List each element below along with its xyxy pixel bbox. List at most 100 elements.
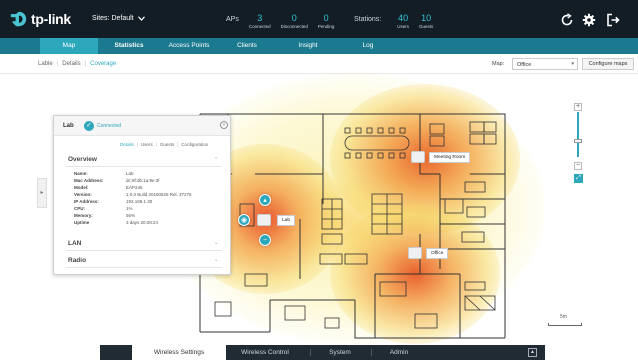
refresh-icon[interactable] — [560, 13, 574, 27]
map-select-value: Office — [517, 62, 532, 68]
field-value: 1.0.0 Build 20160525 Rel. 37276 — [126, 192, 192, 197]
zoom-in-button[interactable]: + — [574, 103, 582, 111]
guests-count: 10 — [421, 13, 432, 23]
zoom-slider-track[interactable] — [577, 112, 579, 157]
ap-label-lab[interactable]: Lab — [277, 215, 296, 226]
lan-section-title[interactable]: LAN — [68, 240, 81, 247]
field-value: Lab — [126, 171, 134, 176]
aps-disconnected-count: 0 — [291, 13, 297, 23]
nav-statistics[interactable]: Statistics — [104, 38, 154, 54]
field-version: Version: 1.0.0 Build 20160525 Rel. 37276 — [74, 191, 192, 198]
aps-summary: APs 3 Connected 0 Disconnected 0 Pending — [226, 13, 334, 29]
main-nav: Map Statistics Access Points Clients Ins… — [0, 38, 638, 54]
tab-admin[interactable]: Admin — [378, 345, 420, 360]
tab-separator: | — [155, 142, 157, 147]
caret-down-icon: ▾ — [571, 61, 574, 67]
nav-access-points[interactable]: Access Points — [162, 38, 216, 54]
chevron-down-icon[interactable]: ⌄ — [214, 257, 218, 263]
chevron-up-icon[interactable]: ▲ — [528, 348, 537, 357]
logout-icon[interactable] — [606, 13, 620, 27]
expand-panel-toggle[interactable]: ▸ — [37, 178, 47, 208]
tab-configuration[interactable]: Configuration — [181, 142, 208, 147]
panel-header: Lab ✓ Connected × — [54, 116, 230, 136]
tab-wireless-settings[interactable]: Wireless Settings — [132, 345, 226, 360]
aps-connected[interactable]: 3 Connected — [249, 13, 271, 29]
users-count: 40 — [398, 13, 409, 23]
tab-lable[interactable]: Lable — [38, 61, 53, 67]
aps-disconnected[interactable]: 0 Disconnected — [281, 13, 308, 29]
aps-pending[interactable]: 0 Pending — [318, 13, 335, 29]
tab-system[interactable]: System — [316, 345, 364, 360]
zoom-slider-handle[interactable] — [574, 139, 582, 143]
tab-coverage[interactable]: Coverage — [90, 61, 116, 67]
ap-marker-lab[interactable] — [257, 214, 271, 226]
device-status: Connected — [97, 123, 122, 129]
ap-label-office[interactable]: Office — [426, 248, 449, 259]
stations-guests[interactable]: 10 Guests — [419, 13, 433, 29]
nav-insight[interactable]: Insight — [287, 38, 329, 54]
chevron-up-icon[interactable]: ⌃ — [214, 157, 218, 163]
field-value: dc:9f:db:1a:9e:3f — [126, 178, 160, 183]
field-value: EAP245 — [126, 185, 143, 190]
divider — [66, 250, 222, 251]
ap-label-meeting-room[interactable]: Meeting Room — [429, 152, 471, 163]
scale-bar — [548, 323, 582, 326]
nav-clients[interactable]: Clients — [226, 38, 268, 54]
tab-separator: | — [177, 142, 179, 147]
radio-section-title[interactable]: Radio — [68, 257, 86, 264]
tab-details[interactable]: Details — [62, 61, 80, 67]
settings-icon[interactable] — [582, 13, 596, 27]
brand-name: tp-link — [31, 11, 71, 27]
panel-tabs: Details | Users | Guests | Configuration — [120, 142, 208, 147]
tab-wireless-control[interactable]: Wireless Control — [230, 345, 300, 360]
fit-view-icon[interactable]: ⤢ — [574, 174, 583, 183]
site-selector[interactable]: Sites: Default — [92, 15, 145, 22]
tab-separator: | — [84, 61, 87, 67]
tab-guests[interactable]: Guests — [160, 142, 174, 147]
remove-icon[interactable]: − — [259, 234, 271, 246]
field-label: Uptime — [74, 220, 90, 225]
ap-marker-office[interactable] — [408, 247, 422, 259]
field-uptime: Uptime 3 days 20:28:24 — [74, 219, 158, 226]
field-memory: Memory: 56% — [74, 212, 135, 219]
field-model: Model: EAP245 — [74, 184, 143, 191]
chart-icon[interactable]: ▴ — [259, 194, 271, 206]
close-icon[interactable]: × — [220, 121, 228, 129]
field-label: Version: — [74, 192, 92, 197]
field-label: Mac Address: — [74, 178, 104, 183]
tab-separator — [371, 349, 372, 356]
tab-separator — [310, 349, 311, 356]
tab-separator: | — [136, 142, 138, 147]
tab-separator: | — [56, 61, 59, 67]
zoom-out-button[interactable]: − — [574, 162, 582, 170]
stations-users[interactable]: 40 Users — [397, 13, 409, 29]
map-select[interactable]: Office ▾ — [512, 58, 578, 70]
nav-map[interactable]: Map — [40, 38, 98, 54]
chevron-down-icon — [137, 16, 145, 21]
chevron-down-icon[interactable]: ⌄ — [214, 240, 218, 246]
tab-users[interactable]: Users — [141, 142, 153, 147]
aps-pending-count: 0 — [323, 13, 329, 23]
scale-label: 5m — [560, 314, 567, 320]
nav-log[interactable]: Log — [348, 38, 388, 54]
tp-link-logo: tp-link — [10, 10, 71, 28]
bottom-settings-bar: Wireless Settings Wireless Control Syste… — [100, 345, 545, 360]
device-name: Lab — [63, 123, 74, 129]
aps-connected-label: Connected — [248, 24, 271, 29]
aps-connected-count: 3 — [257, 13, 263, 23]
ap-marker-meeting-room[interactable] — [411, 151, 425, 163]
aps-label: APs — [226, 16, 239, 23]
map-toolbar: Lable | Details | Coverage Map: Office ▾… — [0, 54, 638, 74]
locate-icon[interactable]: ◉ — [238, 214, 250, 226]
users-label: Users — [397, 24, 410, 29]
field-label: Model: — [74, 185, 89, 190]
top-bar: tp-link Sites: Default APs 3 Connected 0… — [0, 0, 638, 38]
configure-maps-button[interactable]: Configure maps — [582, 58, 634, 70]
overview-section-title[interactable]: Overview — [68, 156, 97, 163]
map-view-tabs: Lable | Details | Coverage — [38, 61, 116, 67]
field-value: 56% — [126, 213, 136, 218]
stations-summary: Stations: 40 Users 10 Guests — [354, 13, 433, 29]
tab-details[interactable]: Details — [120, 142, 134, 147]
stations-label: Stations: — [354, 16, 382, 23]
field-ip: IP Address: 192.168.1.30 — [74, 198, 152, 205]
